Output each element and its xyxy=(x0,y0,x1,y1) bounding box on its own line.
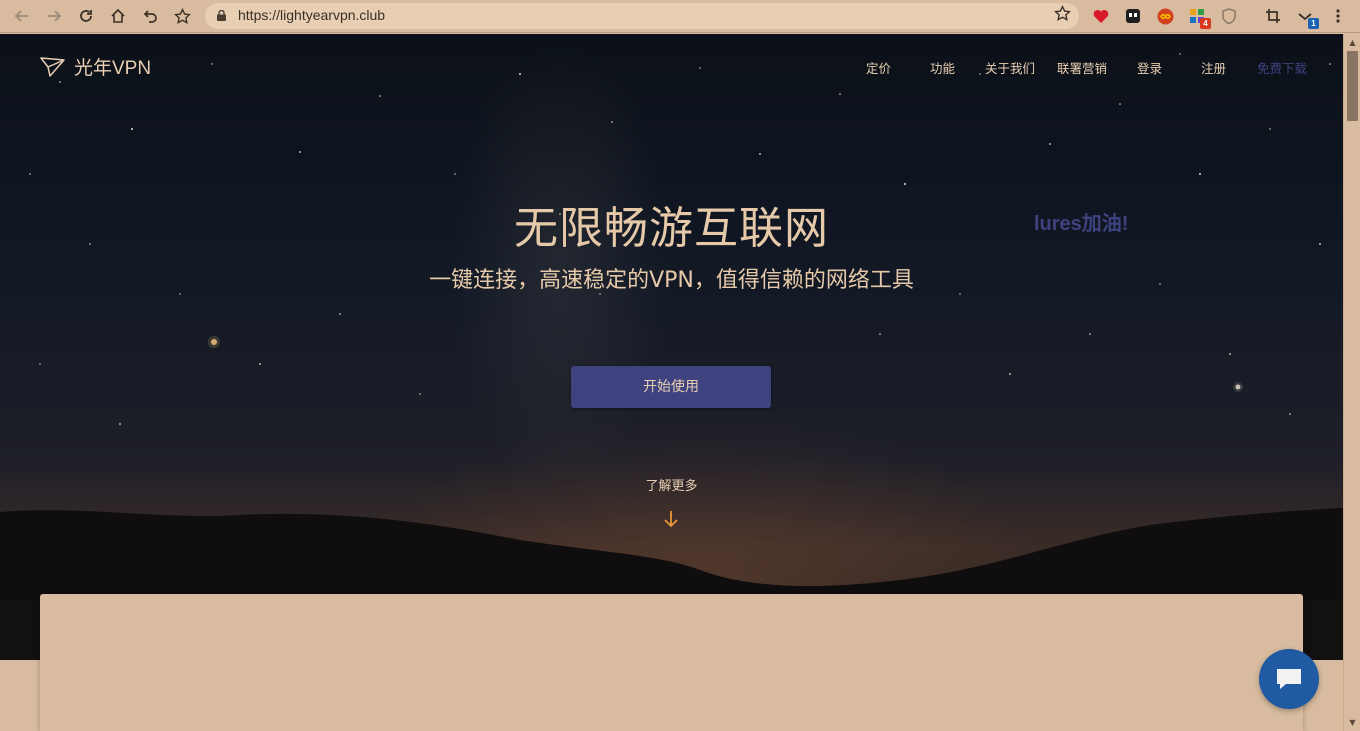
hero-tagline: 一键连接，高速稳定的VPN，值得信赖的网络工具 xyxy=(429,268,914,293)
nav-login[interactable]: 登录 xyxy=(1137,58,1162,77)
puzzle-badge: 4 xyxy=(1200,18,1211,29)
learn-more-link[interactable]: 了解更多 xyxy=(0,475,1343,494)
puzzle-extension-icon[interactable]: 4 xyxy=(1187,6,1211,29)
menu-dots-icon[interactable] xyxy=(1326,4,1350,28)
logo-text: 光年VPN xyxy=(74,58,152,79)
hero-headline: 无限畅游互联网 xyxy=(514,203,829,254)
scroll-down-arrow-icon[interactable]: ▼ xyxy=(1344,714,1360,731)
arrow-down-icon[interactable] xyxy=(663,510,679,528)
nav-signup[interactable]: 注册 xyxy=(1201,58,1226,77)
infinity-extension-icon[interactable] xyxy=(1155,6,1175,26)
chat-icon xyxy=(1277,669,1301,689)
check-badge: 1 xyxy=(1308,18,1319,29)
heart-extension-icon[interactable] xyxy=(1091,6,1111,26)
get-started-button[interactable]: 开始使用 xyxy=(571,366,771,408)
scroll-up-arrow-icon[interactable]: ▲ xyxy=(1344,34,1360,51)
shield-extension-icon[interactable] xyxy=(1219,6,1239,26)
back-arrow-icon[interactable] xyxy=(10,4,34,28)
page-scrollbar[interactable]: ▲ ▼ xyxy=(1343,34,1360,731)
ghost-extension-icon[interactable] xyxy=(1123,6,1143,26)
home-icon[interactable] xyxy=(106,4,130,28)
nav-about[interactable]: 关于我们 xyxy=(985,58,1035,77)
lock-icon xyxy=(217,10,226,21)
site-logo[interactable]: 光年VPN xyxy=(40,53,151,80)
crop-extension-icon[interactable] xyxy=(1263,6,1283,26)
bookmark-star-icon[interactable] xyxy=(1054,4,1071,27)
scroll-thumb[interactable] xyxy=(1347,51,1358,121)
star-icon[interactable] xyxy=(170,4,194,28)
nav-free-download[interactable]: 免费下载 xyxy=(1257,58,1307,77)
chat-bubble-button[interactable] xyxy=(1259,649,1319,709)
browser-toolbar: https://lightyearvpn.club 4 1 xyxy=(0,0,1360,33)
undo-icon[interactable] xyxy=(138,4,162,28)
page-viewport: 光年VPN 定价 功能 关于我们 联署营销 登录 注册 免费下载 无限畅游互联网… xyxy=(0,34,1343,731)
content-card xyxy=(40,594,1303,731)
hero-section: 光年VPN 定价 功能 关于我们 联署营销 登录 注册 免费下载 无限畅游互联网… xyxy=(0,34,1343,660)
address-bar[interactable]: https://lightyearvpn.club xyxy=(205,3,1079,29)
overlay-message: lures加油! xyxy=(1034,213,1129,235)
nav-features[interactable]: 功能 xyxy=(930,58,955,77)
nav-pricing[interactable]: 定价 xyxy=(866,58,891,77)
url-text: https://lightyearvpn.club xyxy=(238,7,386,23)
forward-arrow-icon[interactable] xyxy=(42,4,66,28)
reload-icon[interactable] xyxy=(74,4,98,28)
nav-affiliate[interactable]: 联署营销 xyxy=(1057,58,1107,77)
check-extension-icon[interactable]: 1 xyxy=(1295,6,1319,29)
paper-plane-logo-icon xyxy=(40,56,65,77)
